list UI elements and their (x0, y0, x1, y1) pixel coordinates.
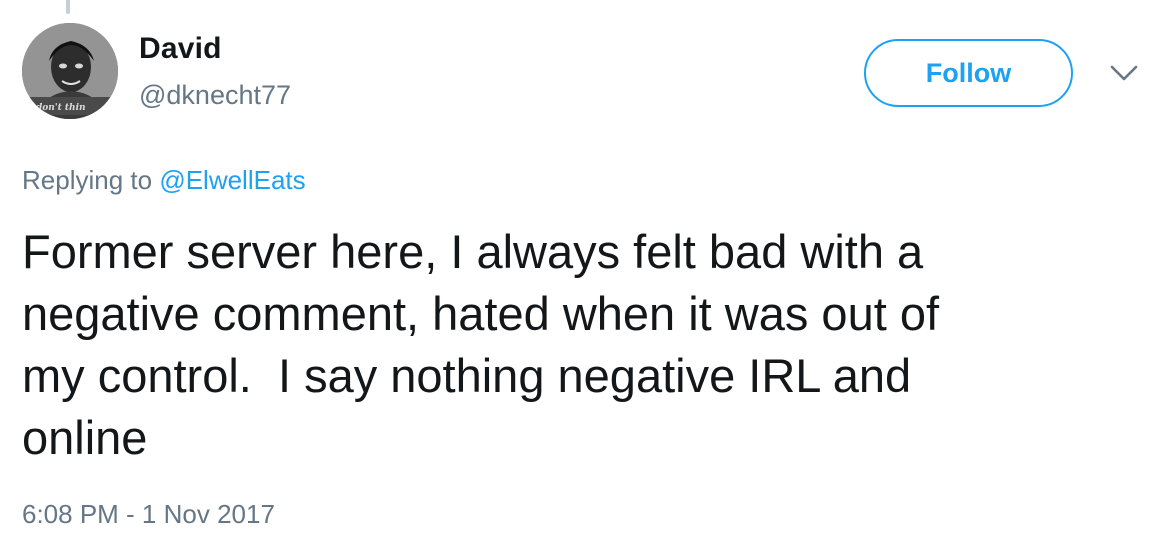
avatar-image: don't thin (22, 23, 118, 119)
reply-mention-link[interactable]: @ElwellEats (159, 165, 305, 195)
tweet-timestamp[interactable]: 6:08 PM - 1 Nov 2017 (22, 499, 275, 530)
avatar-caption-text: don't thin (36, 103, 86, 113)
replying-to-line: Replying to @ElwellEats (22, 165, 306, 196)
thread-connector-line (66, 0, 70, 14)
user-handle[interactable]: @dknecht77 (139, 80, 291, 111)
avatar[interactable]: don't thin (22, 23, 118, 119)
replying-to-label: Replying to (22, 165, 153, 195)
chevron-down-icon[interactable] (1108, 62, 1140, 84)
display-name[interactable]: David (139, 32, 222, 66)
tweet-text: Former server here, I always felt bad wi… (22, 225, 940, 464)
follow-button[interactable]: Follow (864, 39, 1073, 107)
